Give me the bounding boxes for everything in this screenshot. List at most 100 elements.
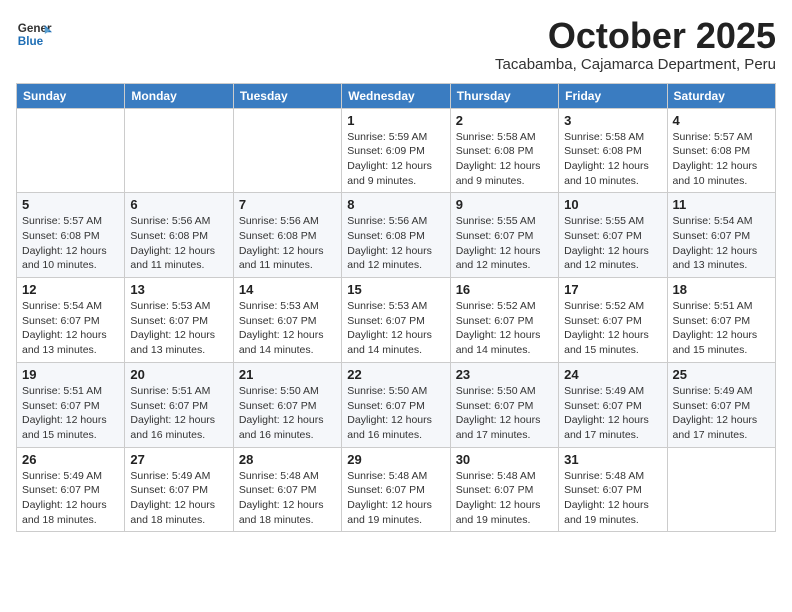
column-header-tuesday: Tuesday xyxy=(233,83,341,108)
calendar-cell: 22 Sunrise: 5:50 AM Sunset: 6:07 PM Dayli… xyxy=(342,362,450,447)
calendar-cell xyxy=(233,108,341,193)
day-info: Sunrise: 5:50 AM Sunset: 6:07 PM Dayligh… xyxy=(239,384,336,443)
column-header-friday: Friday xyxy=(559,83,667,108)
day-info: Sunrise: 5:51 AM Sunset: 6:07 PM Dayligh… xyxy=(22,384,119,443)
day-info: Sunrise: 5:50 AM Sunset: 6:07 PM Dayligh… xyxy=(347,384,444,443)
page-header: General Blue October 2025 Tacabamba, Caj… xyxy=(16,16,776,73)
day-info: Sunrise: 5:51 AM Sunset: 6:07 PM Dayligh… xyxy=(130,384,227,443)
day-number: 16 xyxy=(456,282,553,297)
day-info: Sunrise: 5:48 AM Sunset: 6:07 PM Dayligh… xyxy=(564,469,661,528)
calendar-cell: 26Sunrise: 5:49 AM Sunset: 6:07 PM Dayli… xyxy=(17,447,125,532)
column-header-saturday: Saturday xyxy=(667,83,775,108)
subtitle: Tacabamba, Cajamarca Department, Peru xyxy=(495,56,776,73)
day-info: Sunrise: 5:48 AM Sunset: 6:07 PM Dayligh… xyxy=(347,469,444,528)
day-number: 11 xyxy=(673,197,770,212)
day-info: Sunrise: 5:58 AM Sunset: 6:08 PM Dayligh… xyxy=(456,130,553,189)
calendar-table: SundayMondayTuesdayWednesdayThursdayFrid… xyxy=(16,83,776,533)
calendar-cell: 18Sunrise: 5:51 AM Sunset: 6:07 PM Dayli… xyxy=(667,278,775,363)
day-number: 18 xyxy=(673,282,770,297)
column-header-thursday: Thursday xyxy=(450,83,558,108)
calendar-week-row: 1Sunrise: 5:59 AM Sunset: 6:09 PM Daylig… xyxy=(17,108,776,193)
calendar-cell: 3 Sunrise: 5:58 AM Sunset: 6:08 PM Daylig… xyxy=(559,108,667,193)
svg-text:Blue: Blue xyxy=(18,35,44,48)
column-header-monday: Monday xyxy=(125,83,233,108)
calendar-cell: 13Sunrise: 5:53 AM Sunset: 6:07 PM Dayli… xyxy=(125,278,233,363)
calendar-cell: 17 Sunrise: 5:52 AM Sunset: 6:07 PM Dayli… xyxy=(559,278,667,363)
day-number: 13 xyxy=(130,282,227,297)
calendar-cell: 20 Sunrise: 5:51 AM Sunset: 6:07 PM Dayli… xyxy=(125,362,233,447)
calendar-cell: 10Sunrise: 5:55 AM Sunset: 6:07 PM Dayli… xyxy=(559,193,667,278)
day-number: 23 xyxy=(456,367,553,382)
day-info: Sunrise: 5:55 AM Sunset: 6:07 PM Dayligh… xyxy=(456,214,553,273)
calendar-cell: 7 Sunrise: 5:56 AM Sunset: 6:08 PM Daylig… xyxy=(233,193,341,278)
day-number: 2 xyxy=(456,113,553,128)
day-number: 10 xyxy=(564,197,661,212)
calendar-cell: 11 Sunrise: 5:54 AM Sunset: 6:07 PM Dayli… xyxy=(667,193,775,278)
column-header-wednesday: Wednesday xyxy=(342,83,450,108)
calendar-cell: 24 Sunrise: 5:49 AM Sunset: 6:07 PM Dayli… xyxy=(559,362,667,447)
day-info: Sunrise: 5:49 AM Sunset: 6:07 PM Dayligh… xyxy=(673,384,770,443)
day-number: 8 xyxy=(347,197,444,212)
day-number: 20 xyxy=(130,367,227,382)
calendar-cell xyxy=(17,108,125,193)
calendar-cell: 19 Sunrise: 5:51 AM Sunset: 6:07 PM Dayli… xyxy=(17,362,125,447)
day-number: 4 xyxy=(673,113,770,128)
calendar-cell: 9 Sunrise: 5:55 AM Sunset: 6:07 PM Daylig… xyxy=(450,193,558,278)
day-number: 14 xyxy=(239,282,336,297)
day-info: Sunrise: 5:49 AM Sunset: 6:07 PM Dayligh… xyxy=(130,469,227,528)
day-info: Sunrise: 5:57 AM Sunset: 6:08 PM Dayligh… xyxy=(22,214,119,273)
calendar-cell: 28 Sunrise: 5:48 AM Sunset: 6:07 PM Dayli… xyxy=(233,447,341,532)
day-number: 1 xyxy=(347,113,444,128)
day-number: 15 xyxy=(347,282,444,297)
day-number: 5 xyxy=(22,197,119,212)
day-info: Sunrise: 5:52 AM Sunset: 6:07 PM Dayligh… xyxy=(456,299,553,358)
day-number: 12 xyxy=(22,282,119,297)
day-info: Sunrise: 5:53 AM Sunset: 6:07 PM Dayligh… xyxy=(239,299,336,358)
calendar-week-row: 19 Sunrise: 5:51 AM Sunset: 6:07 PM Dayli… xyxy=(17,362,776,447)
day-info: Sunrise: 5:56 AM Sunset: 6:08 PM Dayligh… xyxy=(239,214,336,273)
day-number: 30 xyxy=(456,452,553,467)
day-number: 22 xyxy=(347,367,444,382)
column-header-sunday: Sunday xyxy=(17,83,125,108)
day-number: 3 xyxy=(564,113,661,128)
day-info: Sunrise: 5:48 AM Sunset: 6:07 PM Dayligh… xyxy=(239,469,336,528)
day-info: Sunrise: 5:54 AM Sunset: 6:07 PM Dayligh… xyxy=(673,214,770,273)
day-info: Sunrise: 5:54 AM Sunset: 6:07 PM Dayligh… xyxy=(22,299,119,358)
day-number: 27 xyxy=(130,452,227,467)
day-number: 17 xyxy=(564,282,661,297)
day-info: Sunrise: 5:57 AM Sunset: 6:08 PM Dayligh… xyxy=(673,130,770,189)
day-number: 19 xyxy=(22,367,119,382)
calendar-cell: 27 Sunrise: 5:49 AM Sunset: 6:07 PM Dayli… xyxy=(125,447,233,532)
calendar-cell xyxy=(667,447,775,532)
day-number: 24 xyxy=(564,367,661,382)
logo-icon: General Blue xyxy=(16,16,52,52)
day-number: 21 xyxy=(239,367,336,382)
calendar-cell: 23 Sunrise: 5:50 AM Sunset: 6:07 PM Dayli… xyxy=(450,362,558,447)
calendar-cell: 2 Sunrise: 5:58 AM Sunset: 6:08 PM Daylig… xyxy=(450,108,558,193)
day-info: Sunrise: 5:52 AM Sunset: 6:07 PM Dayligh… xyxy=(564,299,661,358)
day-info: Sunrise: 5:53 AM Sunset: 6:07 PM Dayligh… xyxy=(347,299,444,358)
day-info: Sunrise: 5:56 AM Sunset: 6:08 PM Dayligh… xyxy=(347,214,444,273)
calendar-cell: 16 Sunrise: 5:52 AM Sunset: 6:07 PM Dayli… xyxy=(450,278,558,363)
day-number: 29 xyxy=(347,452,444,467)
calendar-cell: 4 Sunrise: 5:57 AM Sunset: 6:08 PM Daylig… xyxy=(667,108,775,193)
day-info: Sunrise: 5:50 AM Sunset: 6:07 PM Dayligh… xyxy=(456,384,553,443)
day-number: 31 xyxy=(564,452,661,467)
day-number: 9 xyxy=(456,197,553,212)
day-info: Sunrise: 5:49 AM Sunset: 6:07 PM Dayligh… xyxy=(564,384,661,443)
day-number: 26 xyxy=(22,452,119,467)
calendar-cell: 30Sunrise: 5:48 AM Sunset: 6:07 PM Dayli… xyxy=(450,447,558,532)
calendar-cell: 1Sunrise: 5:59 AM Sunset: 6:09 PM Daylig… xyxy=(342,108,450,193)
calendar-cell: 15 Sunrise: 5:53 AM Sunset: 6:07 PM Dayli… xyxy=(342,278,450,363)
day-info: Sunrise: 5:58 AM Sunset: 6:08 PM Dayligh… xyxy=(564,130,661,189)
day-number: 28 xyxy=(239,452,336,467)
calendar-cell: 25Sunrise: 5:49 AM Sunset: 6:07 PM Dayli… xyxy=(667,362,775,447)
day-number: 6 xyxy=(130,197,227,212)
calendar-cell: 21 Sunrise: 5:50 AM Sunset: 6:07 PM Dayli… xyxy=(233,362,341,447)
calendar-cell: 29 Sunrise: 5:48 AM Sunset: 6:07 PM Dayli… xyxy=(342,447,450,532)
day-number: 7 xyxy=(239,197,336,212)
calendar-week-row: 5 Sunrise: 5:57 AM Sunset: 6:08 PM Daylig… xyxy=(17,193,776,278)
calendar-week-row: 12 Sunrise: 5:54 AM Sunset: 6:07 PM Dayli… xyxy=(17,278,776,363)
calendar-cell: 6Sunrise: 5:56 AM Sunset: 6:08 PM Daylig… xyxy=(125,193,233,278)
calendar-cell xyxy=(125,108,233,193)
